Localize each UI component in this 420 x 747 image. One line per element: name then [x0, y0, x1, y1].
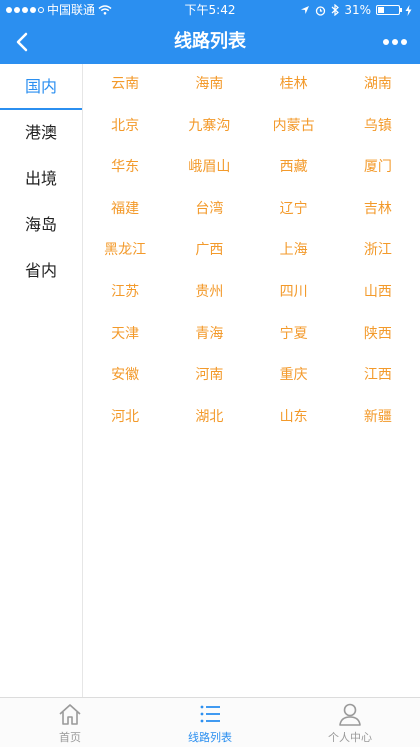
tab-profile-label: 个人中心 [328, 730, 372, 744]
tab-bar: 首页 线路列表 个人中心 [0, 697, 420, 747]
page-title: 线路列表 [174, 31, 246, 52]
region-item[interactable]: 山西 [336, 272, 420, 314]
region-item[interactable]: 华东 [83, 147, 167, 189]
region-item[interactable]: 湖北 [167, 397, 251, 439]
region-item[interactable]: 江西 [336, 355, 420, 397]
list-icon [200, 705, 220, 722]
region-grid: 云南 海南 桂林 湖南北京 九寨沟 内蒙古 乌镇华东 峨眉山 西藏 厦门福建 台湾 辽宁 吉林黑龙江 广西… [83, 64, 420, 438]
region-item[interactable]: 江苏 [83, 272, 167, 314]
region-item[interactable]: 厦门 [336, 147, 420, 189]
battery-icon [376, 5, 402, 15]
sidebar-item-islands[interactable]: 海岛 [0, 202, 82, 248]
region-item[interactable]: 内蒙古 [252, 106, 336, 148]
region-item[interactable]: 新疆 [336, 397, 420, 439]
more-dots-icon [383, 39, 389, 45]
bluetooth-icon [331, 4, 340, 16]
home-icon [59, 703, 81, 725]
region-item[interactable]: 安徽 [83, 355, 167, 397]
region-item[interactable]: 陕西 [336, 314, 420, 356]
region-item[interactable]: 四川 [252, 272, 336, 314]
region-item[interactable]: 天津 [83, 314, 167, 356]
more-button[interactable] [380, 30, 410, 54]
region-item[interactable]: 山东 [252, 397, 336, 439]
status-right: 31% [300, 0, 412, 20]
region-item[interactable]: 云南 [83, 64, 167, 106]
region-item[interactable]: 北京 [83, 106, 167, 148]
category-sidebar: 国内 港澳 出境 海岛 省内 [0, 64, 83, 697]
region-item[interactable]: 浙江 [336, 230, 420, 272]
region-item[interactable]: 河北 [83, 397, 167, 439]
region-item[interactable]: 桂林 [252, 64, 336, 106]
region-item[interactable]: 青海 [167, 314, 251, 356]
tab-route-list-label: 线路列表 [188, 730, 232, 744]
sidebar-item-outbound[interactable]: 出境 [0, 156, 82, 202]
region-item[interactable]: 乌镇 [336, 106, 420, 148]
location-arrow-icon [301, 6, 310, 14]
region-item[interactable]: 海南 [167, 64, 251, 106]
tab-route-list[interactable]: 线路列表 [140, 698, 280, 747]
battery-percent: 31% [344, 3, 371, 17]
region-item[interactable]: 宁夏 [252, 314, 336, 356]
region-item[interactable]: 吉林 [336, 189, 420, 231]
top-header: 中国联通 下午5:42 31% 线路列表 [0, 0, 420, 64]
region-item[interactable]: 贵州 [167, 272, 251, 314]
tab-home-label: 首页 [59, 730, 81, 744]
region-item[interactable]: 西藏 [252, 147, 336, 189]
region-item[interactable]: 台湾 [167, 189, 251, 231]
region-item[interactable]: 黑龙江 [83, 230, 167, 272]
region-item[interactable]: 湖南 [336, 64, 420, 106]
region-item[interactable]: 重庆 [252, 355, 336, 397]
charging-icon [405, 4, 412, 16]
region-item[interactable]: 河南 [167, 355, 251, 397]
region-item[interactable]: 福建 [83, 189, 167, 231]
status-bar: 中国联通 下午5:42 31% [0, 0, 420, 20]
sidebar-item-domestic[interactable]: 国内 [0, 64, 82, 110]
tab-profile[interactable]: 个人中心 [280, 698, 420, 747]
region-item[interactable]: 峨眉山 [167, 147, 251, 189]
region-item[interactable]: 九寨沟 [167, 106, 251, 148]
region-item[interactable]: 上海 [252, 230, 336, 272]
region-item[interactable]: 广西 [167, 230, 251, 272]
user-icon [339, 703, 361, 726]
region-item[interactable]: 辽宁 [252, 189, 336, 231]
alarm-icon [316, 5, 326, 16]
tab-home[interactable]: 首页 [0, 698, 140, 747]
navigation-bar: 线路列表 [0, 20, 420, 64]
sidebar-item-in-province[interactable]: 省内 [0, 248, 82, 294]
sidebar-item-hk-macau[interactable]: 港澳 [0, 110, 82, 156]
